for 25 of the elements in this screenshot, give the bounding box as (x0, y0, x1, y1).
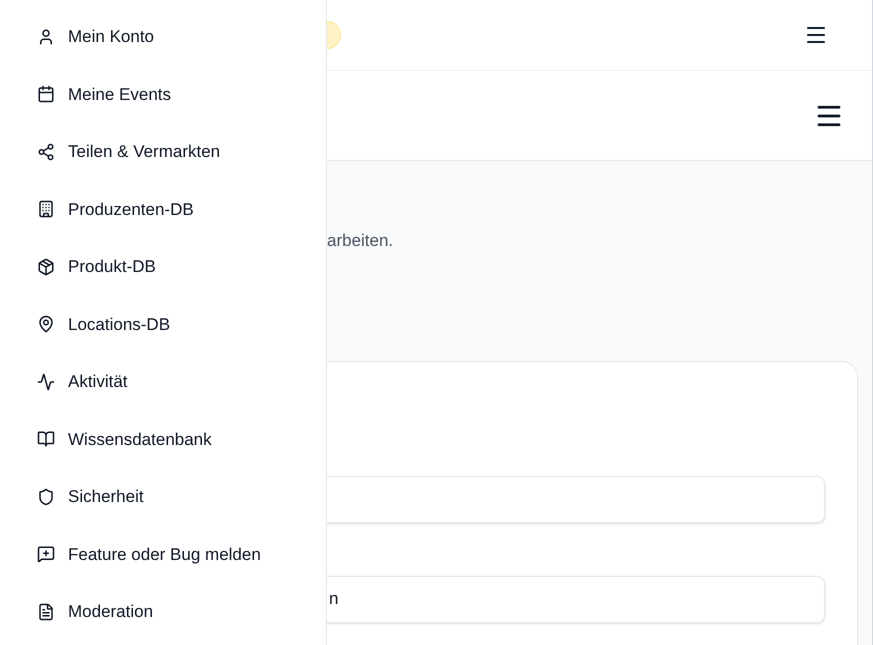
page-description: arbeiten. (327, 230, 394, 252)
building-icon (37, 200, 55, 218)
input-field[interactable]: n (327, 576, 825, 622)
menu-item[interactable]: Produkt-DB (0, 238, 326, 296)
shield-icon (37, 488, 55, 506)
menu-item[interactable]: Produzenten-DB (0, 180, 326, 238)
menu-item[interactable]: Mein Konto (0, 8, 326, 66)
map-pin-icon (37, 315, 55, 334)
menu-item[interactable]: Feature oder Bug melden (0, 526, 326, 583)
calendar-icon (37, 85, 55, 104)
menu-item[interactable]: Wissensdatenbank (0, 410, 326, 468)
document-icon (37, 602, 55, 621)
input-field[interactable] (327, 476, 825, 522)
menu-item[interactable]: Teilen & Vermarkten (0, 123, 326, 180)
pulse-line-icon (37, 372, 55, 391)
menu-item[interactable]: Sicherheit (0, 468, 326, 526)
user-icon (37, 28, 55, 46)
menu-item[interactable]: Locations-DB (0, 296, 326, 353)
message-plus-icon (37, 545, 55, 564)
menu-item[interactable]: Aktivität (0, 353, 326, 410)
menu-item[interactable]: Meine Events (0, 66, 326, 123)
share-icon (37, 142, 55, 161)
box-icon (37, 258, 55, 276)
menu-item[interactable]: Moderation (0, 583, 326, 640)
open-book-icon (37, 430, 55, 448)
